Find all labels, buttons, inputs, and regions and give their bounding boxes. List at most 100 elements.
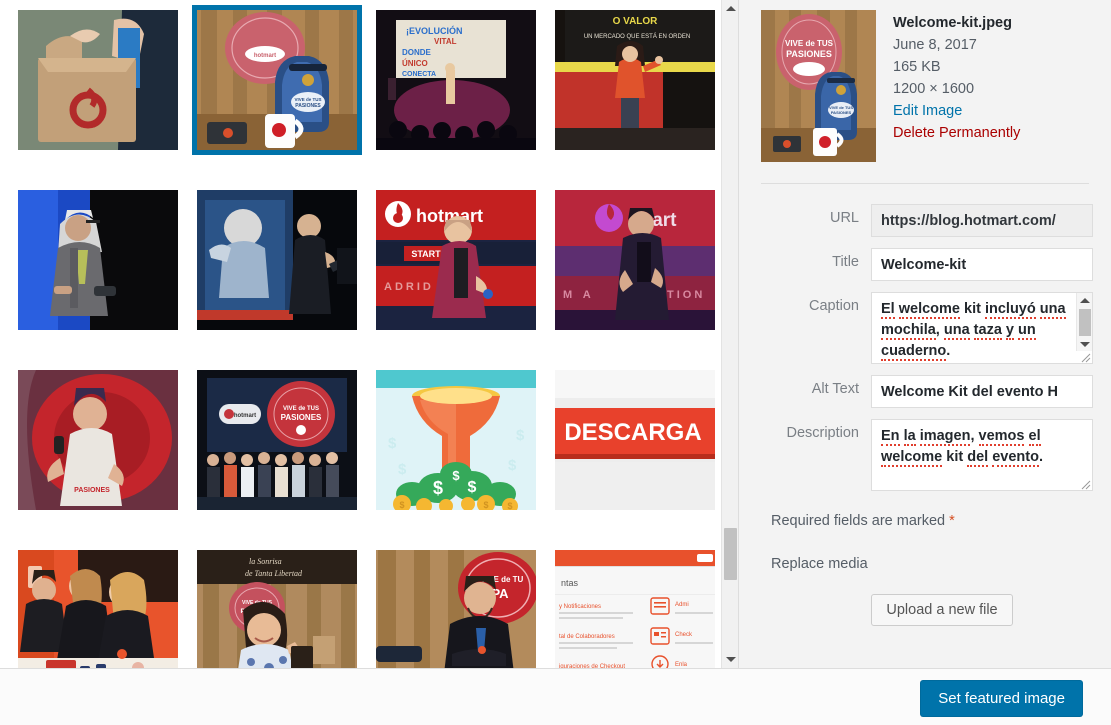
media-thumbnail-descargar-button-graphic[interactable]: DESCARGA	[555, 370, 715, 510]
thumbnail-image: DESCARGA	[555, 370, 715, 510]
svg-text:$: $	[398, 461, 407, 478]
media-grid-pane: hotmart VIVE de TUS PASIONES ¡EVOLUCIÓN …	[0, 0, 738, 668]
svg-text:VITAL: VITAL	[434, 37, 457, 46]
media-thumbnail-bald-speaker-podium[interactable]	[197, 190, 357, 330]
svg-text:TION: TION	[667, 289, 705, 301]
svg-text:$: $	[507, 501, 512, 510]
url-label: URL	[829, 210, 859, 226]
thumbnail-image	[18, 190, 178, 330]
thumbnail-image: VIVE de TUS PASIONES hotmart	[197, 370, 357, 510]
thumbnail-image	[197, 190, 357, 330]
caption-label: Caption	[809, 298, 859, 314]
svg-text:¡EVOLUCIÓN: ¡EVOLUCIÓN	[406, 25, 463, 36]
thumbnail-image: ¡EVOLUCIÓN VITAL DONDE ÚNICO CONECTA	[376, 10, 536, 150]
attachment-fields: URL Title Caption El welcome kit incluyó…	[761, 204, 1093, 491]
svg-text:M A: M A	[563, 289, 595, 301]
description-textarea[interactable]: En la imagen, vemos el welcome kit del e…	[871, 419, 1093, 491]
attachment-details-panel: VIVE de TUS PASIONES VIVE de TUS PASIONE…	[738, 0, 1111, 668]
caption-scrollbar-thumb[interactable]	[1079, 309, 1091, 336]
title-label: Title	[832, 254, 859, 270]
svg-text:$: $	[508, 457, 517, 474]
svg-text:$: $	[388, 435, 397, 452]
caption-scrollbar[interactable]	[1076, 293, 1092, 351]
delete-permanently-link[interactable]: Delete Permanently	[893, 122, 1020, 144]
media-thumbnail-hotmart-dashboard-screenshot[interactable]: ntas y Notificaciones Admi tal de Colabo…	[555, 550, 715, 668]
svg-text:Admi: Admi	[675, 602, 689, 608]
svg-text:hotmart: hotmart	[254, 53, 276, 59]
svg-text:ÚNICO: ÚNICO	[402, 59, 428, 68]
media-thumbnail-man-crossed-arms-wooden-wall[interactable]: VIVE de TU PA	[376, 550, 536, 668]
edit-image-link[interactable]: Edit Image	[893, 100, 1020, 122]
svg-text:PASIONES: PASIONES	[786, 49, 832, 59]
media-thumbnail-woman-smiling-wooden-wall[interactable]: la Sonrisa de Tanta Libertad VIVE de TUS…	[197, 550, 357, 668]
svg-text:PASIONES: PASIONES	[295, 103, 321, 109]
upload-new-file-button[interactable]: Upload a new file	[871, 594, 1013, 626]
svg-text:$: $	[452, 468, 460, 483]
media-thumbnail-hotmart-purple-stage-speaker[interactable]: tmart M A TION	[555, 190, 715, 330]
scroll-down-arrow-icon[interactable]	[722, 651, 738, 668]
svg-text:ntas: ntas	[561, 578, 579, 588]
caption-scroll-up-icon[interactable]	[1077, 293, 1092, 307]
attachment-preview-thumbnail: VIVE de TUS PASIONES VIVE de TUS PASIONE…	[761, 10, 876, 162]
caption-scroll-down-icon[interactable]	[1077, 337, 1093, 351]
media-thumbnail-sales-funnel-money-illustration[interactable]: $ $ $ $ $ $ $ $ $ $	[376, 370, 536, 510]
attachment-meta: Welcome-kit.jpeg June 8, 2017 165 KB 120…	[893, 10, 1020, 162]
field-row-caption: Caption El welcome kit incluyó una mochi…	[761, 292, 1093, 364]
field-row-url: URL	[761, 204, 1093, 237]
media-grid-scrollbar[interactable]	[721, 0, 738, 668]
required-asterisk: *	[949, 513, 955, 529]
title-input[interactable]	[871, 248, 1093, 281]
description-label: Description	[786, 425, 859, 441]
svg-text:la Sonrisa: la Sonrisa	[249, 557, 282, 566]
svg-text:tal de Colaboradores: tal de Colaboradores	[559, 634, 615, 640]
attachment-filename: Welcome-kit.jpeg	[893, 15, 1012, 31]
thumbnail-image: la Sonrisa de Tanta Libertad VIVE de TUS…	[197, 550, 357, 668]
media-thumbnail-hotmart-start-madrid-speaker[interactable]: hotmart START ADRID E	[376, 190, 536, 330]
svg-text:CONECTA: CONECTA	[402, 71, 436, 78]
caption-textarea[interactable]: El welcome kit incluyó una mochila, una …	[871, 292, 1093, 364]
thumbnail-image: hotmart VIVE de TUS PASIONES	[197, 10, 357, 150]
svg-text:VIVE de TUS: VIVE de TUS	[785, 39, 834, 48]
media-thumbnail-stage-speaker-audience[interactable]: ¡EVOLUCIÓN VITAL DONDE ÚNICO CONECTA	[376, 10, 536, 150]
field-row-description: Description En la imagen, vemos el welco…	[761, 419, 1093, 491]
media-thumbnail-brown-paper-bag-hotmart-logo[interactable]	[18, 10, 178, 150]
media-thumbnail-staff-packing-kits[interactable]	[18, 550, 178, 668]
required-fields-note: Required fields are marked *	[771, 513, 1093, 529]
url-input[interactable]	[871, 204, 1093, 237]
media-thumbnail-group-photo-stage[interactable]: VIVE de TUS PASIONES hotmart	[197, 370, 357, 510]
svg-text:VIVE de TUS: VIVE de TUS	[294, 97, 321, 102]
svg-text:$: $	[399, 500, 404, 510]
scrollbar-thumb[interactable]	[724, 528, 737, 580]
thumbnail-image: $ $ $ $ $ $ $ $ $ $	[376, 370, 536, 510]
svg-text:START: START	[411, 249, 441, 259]
alt-text-label: Alt Text	[811, 381, 859, 397]
media-thumbnail-woman-speaker-orange-shirt[interactable]: O VALOR UN MERCADO QUE ESTÁ EN ORDEN	[555, 10, 715, 150]
description-resize-grip[interactable]	[1079, 477, 1091, 490]
thumbnail-image: ntas y Notificaciones Admi tal de Colabo…	[555, 550, 715, 668]
required-fields-text: Required fields are marked	[771, 513, 946, 529]
media-thumbnail-older-man-speaker-blue-stage[interactable]	[18, 190, 178, 330]
svg-text:$: $	[516, 427, 525, 444]
modal-footer: Set featured image	[0, 668, 1111, 725]
set-featured-image-button[interactable]: Set featured image	[920, 680, 1083, 717]
upload-row: Upload a new file	[761, 594, 1093, 626]
media-thumbnail-welcome-kit-backpack-mug[interactable]: hotmart VIVE de TUS PASIONES	[192, 5, 362, 155]
svg-text:Check: Check	[675, 632, 693, 638]
thumbnail-image	[18, 550, 178, 668]
svg-text:$: $	[433, 478, 443, 498]
media-thumbnail-speaker-white-tshirt-red-backdrop[interactable]: PASIONES	[18, 370, 178, 510]
caption-resize-grip[interactable]	[1079, 350, 1091, 363]
field-row-alt-text: Alt Text	[761, 375, 1093, 408]
svg-text:$: $	[468, 479, 477, 496]
attachment-filesize: 165 KB	[893, 59, 941, 76]
svg-text:DONDE: DONDE	[402, 48, 432, 57]
scroll-up-arrow-icon[interactable]	[722, 0, 738, 17]
alt-text-input[interactable]	[871, 375, 1093, 408]
svg-text:DESCARGA: DESCARGA	[564, 419, 701, 446]
panel-divider	[761, 183, 1089, 184]
svg-text:PASIONES: PASIONES	[831, 110, 852, 115]
thumbnail-image	[18, 10, 178, 150]
svg-text:$: $	[483, 500, 488, 510]
replace-media-heading: Replace media	[771, 556, 868, 572]
media-modal: hotmart VIVE de TUS PASIONES ¡EVOLUCIÓN …	[0, 0, 1111, 725]
